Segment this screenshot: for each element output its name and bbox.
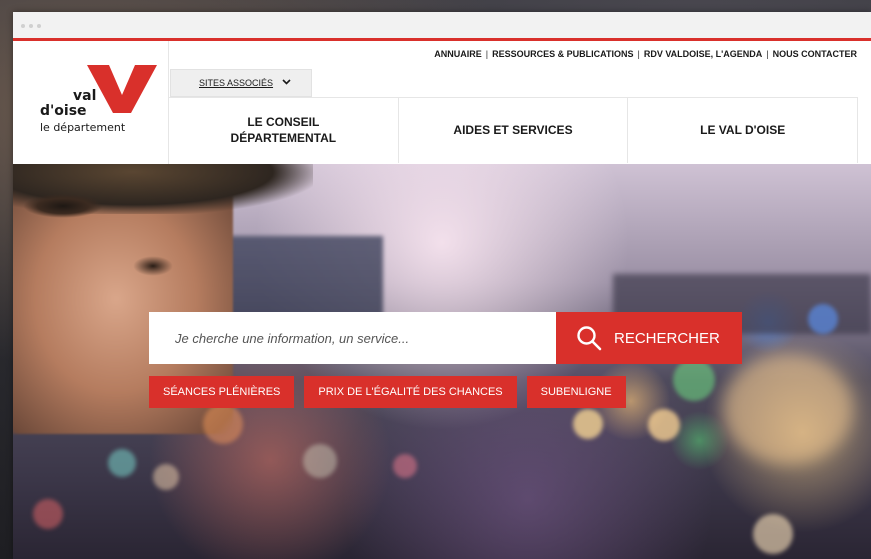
nav-item-label: AIDES ET SERVICES: [453, 122, 573, 137]
window-dot-icon[interactable]: [37, 24, 41, 28]
browser-window: val d'oise le département ANNUAIRE | RES…: [13, 12, 871, 559]
search-icon: [577, 326, 602, 351]
main-navigation: LE CONSEIL DÉPARTEMENTAL AIDES ET SERVIC…: [169, 97, 859, 163]
hero-woman-eye: [133, 256, 173, 276]
bokeh-light: [573, 409, 603, 439]
bokeh-light: [303, 444, 337, 478]
search-button-label: RECHERCHER: [614, 329, 720, 347]
bokeh-light: [153, 464, 179, 490]
quick-links: SÉANCES PLÉNIÈRES PRIX DE L'ÉGALITÉ DES …: [149, 376, 626, 408]
logo-text-val: val: [73, 88, 97, 104]
link-annuaire[interactable]: ANNUAIRE: [434, 49, 482, 59]
nav-item-label: LE CONSEIL: [247, 114, 320, 129]
quick-link-seances-plenieres[interactable]: SÉANCES PLÉNIÈRES: [149, 376, 295, 408]
bokeh-light: [393, 454, 417, 478]
hero-banner: Je cherche une information, un service..…: [13, 164, 871, 559]
quick-link-subenligne[interactable]: SUBENLIGNE: [526, 376, 626, 408]
bokeh-light: [203, 404, 243, 444]
browser-toolbar: [13, 12, 871, 38]
nav-item-label: DÉPARTEMENTAL: [230, 130, 337, 145]
search-input[interactable]: Je cherche une information, un service..…: [149, 312, 556, 364]
val-doise-v-logo-icon: [87, 65, 157, 113]
nav-item-label: LE VAL D'OISE: [700, 122, 786, 137]
site-logo[interactable]: val d'oise le département: [13, 41, 169, 164]
window-dot-icon[interactable]: [21, 24, 25, 28]
link-separator: |: [766, 49, 769, 59]
link-rdv-agenda[interactable]: RDV VALDOISE, L'AGENDA: [644, 49, 762, 59]
window-dot-icon[interactable]: [29, 24, 33, 28]
nav-item-aides-et-services[interactable]: AIDES ET SERVICES: [399, 98, 629, 163]
link-separator: |: [637, 49, 640, 59]
logo-text-doise: d'oise: [40, 103, 87, 119]
site-header: val d'oise le département ANNUAIRE | RES…: [13, 41, 871, 164]
link-ressources-publications[interactable]: RESSOURCES & PUBLICATIONS: [492, 49, 633, 59]
nav-item-le-val-doise[interactable]: LE VAL D'OISE: [628, 98, 859, 163]
chevron-down-icon: [282, 79, 291, 85]
link-nous-contacter[interactable]: NOUS CONTACTER: [773, 49, 857, 59]
bokeh-light: [753, 514, 793, 554]
search-button[interactable]: RECHERCHER: [556, 312, 742, 364]
utility-links: ANNUAIRE | RESSOURCES & PUBLICATIONS | R…: [434, 49, 857, 59]
sites-associes-label: SITES ASSOCIÉS: [199, 78, 274, 88]
sites-associes-dropdown[interactable]: SITES ASSOCIÉS: [170, 69, 312, 97]
bokeh-light: [673, 359, 715, 401]
bokeh-light: [33, 499, 63, 529]
bokeh-light: [648, 409, 680, 441]
window-controls[interactable]: [21, 24, 41, 28]
logo-text-departement: le département: [40, 121, 126, 134]
nav-item-conseil-departemental[interactable]: LE CONSEIL DÉPARTEMENTAL: [169, 98, 399, 163]
bokeh-light: [808, 304, 838, 334]
bokeh-light: [723, 354, 853, 464]
link-separator: |: [485, 49, 489, 59]
hero-woman-eye: [23, 194, 103, 218]
bokeh-light: [108, 449, 136, 477]
quick-link-prix-egalite-des-chances[interactable]: PRIX DE L'ÉGALITÉ DES CHANCES: [304, 376, 517, 408]
